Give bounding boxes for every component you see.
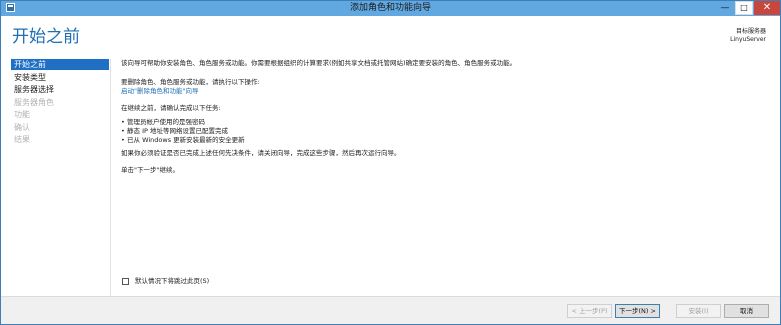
verify-text: 如果你必须验证是否已完成上述任何先决条件，请关闭向导，完成这些步骤，然后再次运行… (121, 149, 401, 157)
step-features: 功能 (14, 110, 30, 119)
wizard-window: 添加角色和功能向导 — □ ✕ 开始之前 目标服务器 LinyuServer 开… (0, 0, 781, 325)
sidebar-divider (110, 59, 111, 296)
destination-server-name: LinyuServer (730, 36, 766, 43)
minimize-button[interactable]: — (717, 1, 733, 15)
title-bar[interactable]: 添加角色和功能向导 — □ ✕ (1, 1, 780, 16)
step-results: 结果 (14, 135, 30, 144)
list-item: 管理员帐户使用的是强密码 (121, 118, 761, 127)
cancel-button[interactable]: 取消 (724, 304, 769, 318)
destination-server: 目标服务器 LinyuServer (730, 28, 766, 44)
maximize-button[interactable]: □ (735, 1, 753, 15)
step-server-selection[interactable]: 服务器选择 (11, 84, 109, 95)
wizard-footer: < 上一步(P) 下一步(N) > 安装(I) 取消 (1, 296, 780, 324)
skip-page-checkbox[interactable] (122, 277, 129, 285)
step-installation-type[interactable]: 安装类型 (11, 72, 109, 83)
window-title: 添加角色和功能向导 (349, 3, 431, 13)
remove-prompt: 要删除角色、角色服务或功能，请执行以下操作: (121, 78, 260, 86)
step-before-you-begin[interactable]: 开始之前 (11, 59, 109, 70)
skip-page-option[interactable]: 默认情况下将跳过此页(S) (122, 277, 209, 285)
next-button[interactable]: 下一步(N) > (615, 304, 660, 318)
step-confirmation: 确认 (14, 122, 30, 132)
step-server-roles: 服务器角色 (14, 97, 54, 107)
before-continue-heading: 在继续之前，请确认完成以下任务: (121, 104, 221, 112)
intro-text: 该向导可帮助你安装角色、角色服务或功能。你需要根据组织的计算要求(例如共享文档或… (121, 59, 517, 67)
previous-button: < 上一步(P) (567, 304, 612, 318)
continue-text: 单击"下一步"继续。 (121, 166, 179, 174)
page-title: 开始之前 (12, 27, 80, 47)
main-content: 该向导可帮助你安装角色、角色服务或功能。你需要根据组织的计算要求(例如共享文档或… (121, 59, 761, 175)
wizard-steps-sidebar: 开始之前 安装类型 服务器选择 服务器角色 功能 确认 结果 (11, 59, 109, 147)
remove-roles-link[interactable]: 启动"删除角色和功能"向导 (121, 87, 761, 96)
install-button: 安装(I) (676, 304, 721, 318)
close-button[interactable]: ✕ (754, 1, 780, 15)
list-item: 静态 IP 地址等网络设置已配置完成 (121, 127, 761, 136)
list-item: 已从 Windows 更新安装最新的安全更新 (121, 136, 761, 145)
prerequisite-list: 管理员帐户使用的是强密码 静态 IP 地址等网络设置已配置完成 已从 Windo… (121, 118, 761, 145)
skip-page-label[interactable]: 默认情况下将跳过此页(S) (135, 277, 209, 285)
destination-server-label: 目标服务器 (735, 28, 766, 35)
